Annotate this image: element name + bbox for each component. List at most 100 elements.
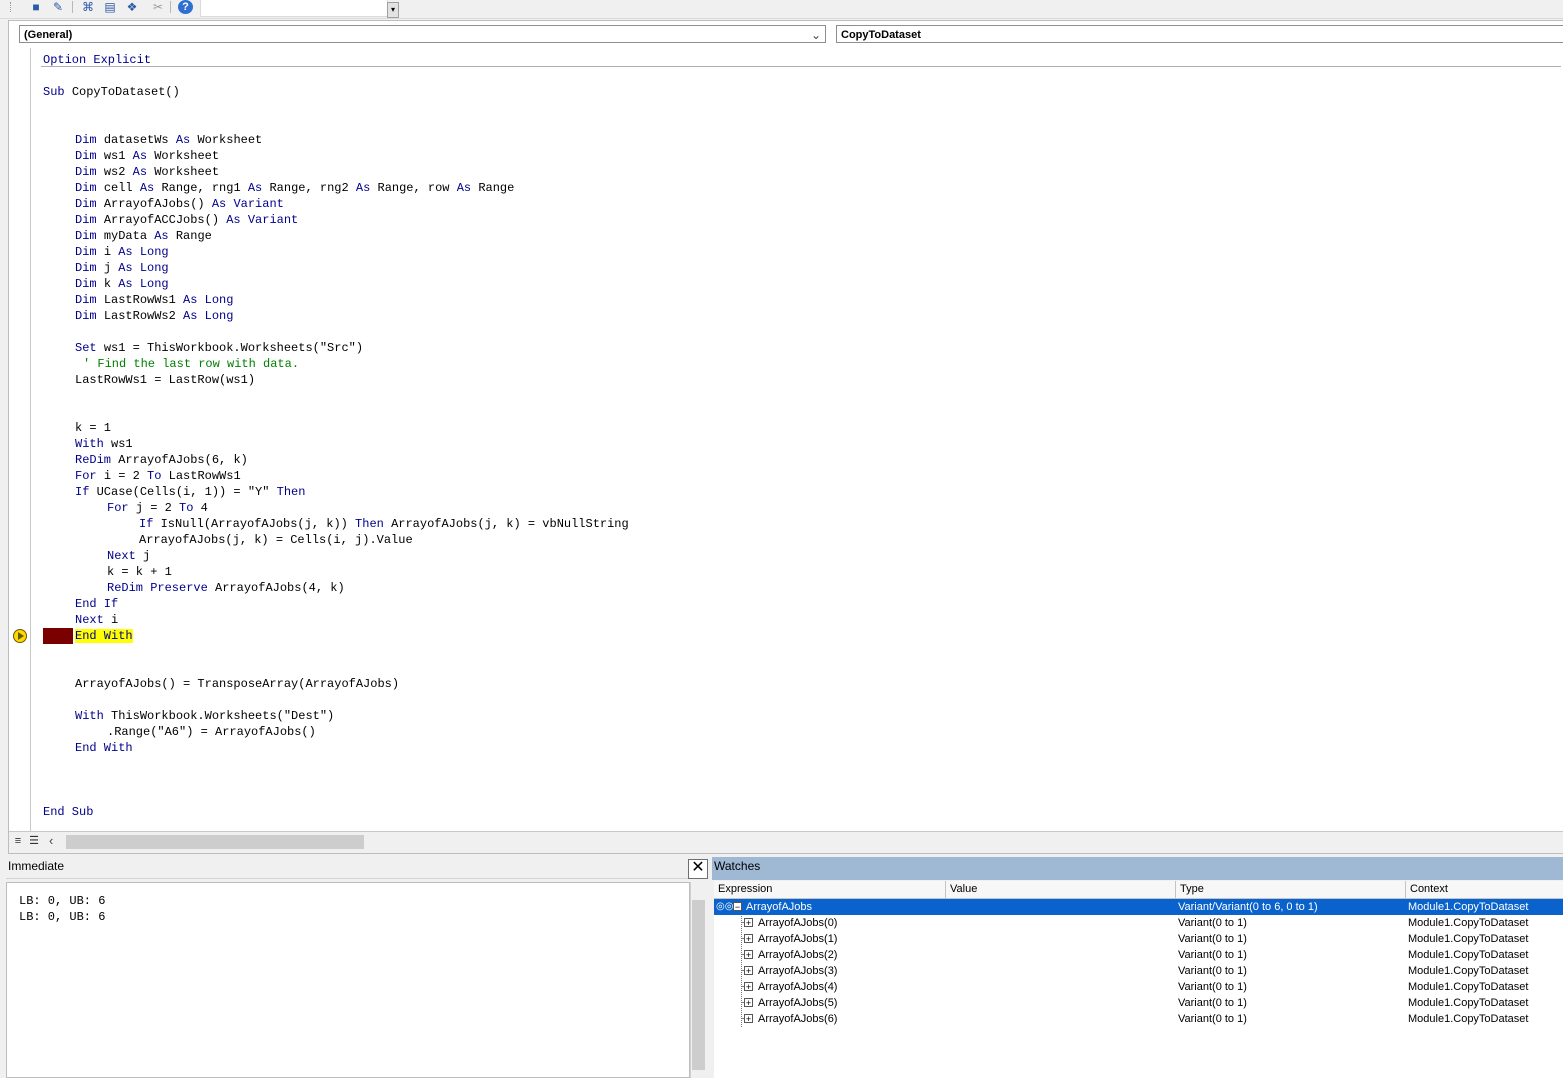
expand-icon[interactable]: + bbox=[744, 998, 753, 1008]
column-header-type[interactable]: Type bbox=[1176, 881, 1406, 898]
code-line[interactable]: Dim myData As Range bbox=[75, 228, 212, 244]
code-line[interactable]: ReDim Preserve ArrayofAJobs(4, k) bbox=[107, 580, 345, 596]
watch-row[interactable]: + ArrayofAJobs(2) Variant(0 to 1) Module1.C… bbox=[714, 947, 1563, 963]
code-text: ArrayofAJobs(j, k) = vbNullString bbox=[391, 517, 629, 531]
code-line[interactable]: Dim k As Long bbox=[75, 276, 169, 292]
watch-context: Module1.CopyToDataset bbox=[1408, 917, 1529, 929]
code-line[interactable]: Dim i As Long bbox=[75, 244, 169, 260]
margin-indicator-bar[interactable] bbox=[9, 48, 31, 831]
code-keyword: Then bbox=[276, 485, 306, 499]
help-icon[interactable]: ? bbox=[178, 0, 193, 14]
code-keyword: As Long bbox=[118, 245, 169, 259]
code-keyword: To bbox=[179, 501, 201, 515]
toolbar-grip[interactable] bbox=[10, 2, 14, 12]
code-editor[interactable]: Option Explicit Sub CopyToDataset() Dim da… bbox=[31, 48, 1563, 831]
watches-header: Expression Value Type Context bbox=[714, 881, 1563, 899]
code-line[interactable]: ReDim ArrayofAJobs(6, k) bbox=[75, 452, 248, 468]
expand-icon[interactable]: + bbox=[744, 982, 753, 992]
code-comment: ' Find the last row with data. bbox=[83, 357, 300, 371]
code-line[interactable]: Dim datasetWs As Worksheet bbox=[75, 132, 262, 148]
code-text: i bbox=[103, 245, 119, 259]
code-text: Range, row bbox=[377, 181, 457, 195]
watch-row[interactable]: ◎◎ − ArrayofAJobs Variant/Variant(0 to 6, 0… bbox=[714, 899, 1563, 915]
code-line[interactable]: End With bbox=[75, 740, 133, 756]
procedure-view-icon[interactable]: ≡ bbox=[11, 834, 25, 848]
procedure-combo[interactable]: CopyToDataset bbox=[836, 25, 1563, 43]
immediate-output[interactable]: LB: 0, UB: 6 LB: 0, UB: 6 bbox=[6, 882, 690, 1078]
code-line-current[interactable]: End With bbox=[75, 628, 133, 644]
watch-row[interactable]: + ArrayofAJobs(0) Variant(0 to 1) Module1.C… bbox=[714, 915, 1563, 931]
code-line[interactable]: For i = 2 To LastRowWs1 bbox=[75, 468, 241, 484]
full-module-view-icon[interactable]: ☰ bbox=[27, 834, 41, 848]
code-line[interactable]: Option Explicit bbox=[43, 52, 151, 68]
scrollbar-thumb[interactable] bbox=[66, 835, 364, 849]
code-line[interactable]: ' Find the last row with data. bbox=[83, 356, 299, 372]
code-text: Range, rng1 bbox=[161, 181, 248, 195]
vertical-scrollbar[interactable] bbox=[690, 882, 707, 1078]
expand-icon[interactable]: + bbox=[744, 1014, 753, 1024]
watch-row[interactable]: + ArrayofAJobs(4) Variant(0 to 1) Module1.C… bbox=[714, 979, 1563, 995]
code-line[interactable]: Set ws1 = ThisWorkbook.Worksheets("Src") bbox=[75, 340, 363, 356]
code-line[interactable]: With ThisWorkbook.Worksheets("Dest") bbox=[75, 708, 334, 724]
code-line[interactable]: ArrayofAJobs() = TransposeArray(ArrayofA… bbox=[75, 676, 399, 692]
code-line[interactable]: Dim ws1 As Worksheet bbox=[75, 148, 219, 164]
code-keyword: End If bbox=[75, 597, 119, 611]
close-icon[interactable]: ✕ bbox=[688, 859, 708, 879]
watch-row[interactable]: + ArrayofAJobs(6) Variant(0 to 1) Module1.C… bbox=[714, 1011, 1563, 1027]
code-line[interactable]: Dim ws2 As Worksheet bbox=[75, 164, 219, 180]
expand-icon[interactable]: + bbox=[744, 934, 753, 944]
code-line[interactable]: Dim cell As Range, rng1 As Range, rng2 A… bbox=[75, 180, 514, 196]
code-line[interactable]: Next i bbox=[75, 612, 118, 628]
code-line[interactable]: k = 1 bbox=[75, 420, 111, 436]
code-line[interactable]: Sub CopyToDataset() bbox=[43, 84, 180, 100]
expand-icon[interactable]: + bbox=[744, 966, 753, 976]
code-line[interactable]: For j = 2 To 4 bbox=[107, 500, 208, 516]
expand-icon[interactable]: + bbox=[744, 950, 753, 960]
watch-expression: ArrayofAJobs(4) bbox=[758, 981, 838, 993]
watch-row[interactable]: + ArrayofAJobs(5) Variant(0 to 1) Module1.C… bbox=[714, 995, 1563, 1011]
object-browser-icon[interactable]: ❖ bbox=[124, 0, 140, 14]
design-mode-icon[interactable]: ✎ bbox=[50, 0, 66, 14]
watch-row[interactable]: + ArrayofAJobs(3) Variant(0 to 1) Module1.C… bbox=[714, 963, 1563, 979]
column-header-expression[interactable]: Expression bbox=[714, 881, 946, 898]
code-line[interactable]: End If bbox=[75, 596, 118, 612]
properties-icon[interactable]: ▤ bbox=[102, 0, 118, 14]
column-header-context[interactable]: Context bbox=[1406, 881, 1563, 898]
collapse-icon[interactable]: − bbox=[733, 902, 742, 912]
watch-type: Variant/Variant(0 to 6, 0 to 1) bbox=[1178, 901, 1318, 913]
code-keyword: ReDim bbox=[75, 453, 119, 467]
code-line[interactable]: With ws1 bbox=[75, 436, 133, 452]
code-line[interactable]: Dim j As Long bbox=[75, 260, 169, 276]
scrollbar-thumb[interactable] bbox=[692, 900, 705, 1070]
column-header-value[interactable]: Value bbox=[946, 881, 1176, 898]
scroll-left-icon[interactable]: ‹ bbox=[49, 833, 53, 848]
code-keyword: As bbox=[132, 165, 155, 179]
code-line[interactable]: Next j bbox=[107, 548, 150, 564]
toolbar-tail bbox=[200, 0, 388, 17]
watch-row[interactable]: + ArrayofAJobs(1) Variant(0 to 1) Module1.C… bbox=[714, 931, 1563, 947]
code-line[interactable]: If UCase(Cells(i, 1)) = "Y" Then bbox=[75, 484, 305, 500]
code-text: Range bbox=[175, 229, 212, 243]
chevron-down-icon[interactable]: ⌄ bbox=[811, 26, 821, 44]
code-line[interactable]: ArrayofAJobs(j, k) = Cells(i, j).Value bbox=[139, 532, 413, 548]
horizontal-scrollbar[interactable]: ≡ ☰ ‹ bbox=[9, 831, 1563, 853]
expand-icon[interactable]: + bbox=[744, 918, 753, 928]
code-line[interactable]: Dim ArrayofAJobs() As Variant bbox=[75, 196, 284, 212]
code-line[interactable]: k = k + 1 bbox=[107, 564, 172, 580]
object-combo[interactable]: (General) ⌄ bbox=[19, 25, 826, 43]
toolbox-icon[interactable]: ✂ bbox=[150, 0, 166, 14]
standard-toolbar: ■ ✎ ⌘ ▤ ❖ ✂ ? ▾ bbox=[0, 0, 1563, 19]
code-text: Worksheet bbox=[154, 149, 220, 163]
code-line[interactable]: .Range("A6") = ArrayofAJobs() bbox=[107, 724, 316, 740]
code-line[interactable]: End Sub bbox=[43, 804, 93, 820]
code-line[interactable]: Dim ArrayofACCJobs() As Variant bbox=[75, 212, 298, 228]
code-line[interactable]: LastRowWs1 = LastRow(ws1) bbox=[75, 372, 255, 388]
project-explorer-icon[interactable]: ⌘ bbox=[80, 0, 96, 14]
code-line[interactable]: If IsNull(ArrayofAJobs(j, k)) Then Array… bbox=[139, 516, 629, 532]
code-text: j bbox=[143, 549, 151, 563]
code-keyword: Next bbox=[107, 549, 144, 563]
code-line[interactable]: Dim LastRowWs2 As Long bbox=[75, 308, 233, 324]
stop-icon[interactable]: ■ bbox=[28, 0, 44, 14]
toolbar-overflow-button[interactable]: ▾ bbox=[387, 2, 399, 18]
code-line[interactable]: Dim LastRowWs1 As Long bbox=[75, 292, 233, 308]
